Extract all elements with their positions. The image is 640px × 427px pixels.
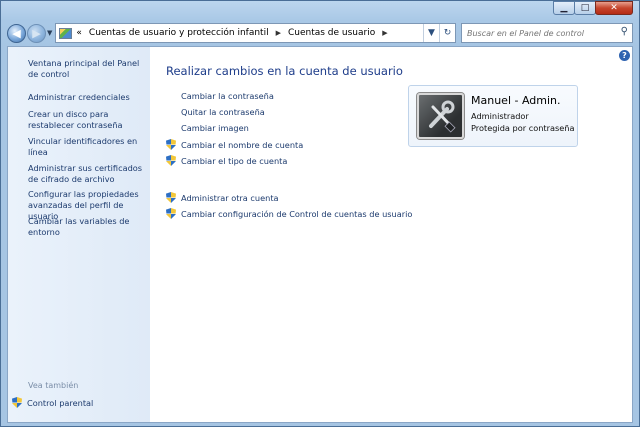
account-password-status: Protegida por contraseña (471, 123, 575, 133)
search-icon[interactable]: ⚲ (621, 26, 628, 37)
uac-shield-icon (12, 397, 22, 408)
sidebar-item-parental-control[interactable]: Control parental (12, 397, 93, 408)
uac-shield-icon (166, 139, 176, 150)
control-panel-window: ▁ □ ✕ ◀ ▶ ▼ « Cuentas de usuario y prote… (0, 0, 640, 427)
uac-shield-icon (166, 208, 176, 219)
control-panel-icon (59, 27, 73, 39)
task-change-picture[interactable]: Cambiar imagen (181, 123, 249, 133)
back-button[interactable]: ◀ (7, 23, 26, 43)
content-area: Ventana principal del Panel de control A… (7, 46, 633, 423)
breadcrumb-separator-icon[interactable]: ▶ (276, 29, 281, 37)
account-name: Manuel - Admin. (471, 94, 561, 107)
navigation-bar: ◀ ▶ ▼ « Cuentas de usuario y protección … (7, 21, 633, 45)
task-change-password[interactable]: Cambiar la contraseña (181, 91, 274, 101)
task-link[interactable]: Cambiar configuración de Control de cuen… (181, 209, 412, 219)
task-link[interactable]: Cambiar el tipo de cuenta (181, 156, 287, 166)
forward-button[interactable]: ▶ (27, 23, 46, 43)
breadcrumb-separator-icon[interactable]: ▶ (382, 29, 387, 37)
search-box[interactable]: ⚲ (461, 23, 633, 43)
uac-shield-icon (166, 192, 176, 203)
help-icon[interactable]: ? (619, 50, 630, 61)
user-avatar[interactable] (417, 93, 464, 139)
address-dropdown-button[interactable]: ▼ (423, 24, 439, 42)
task-remove-password[interactable]: Quitar la contraseña (181, 107, 265, 117)
minimize-button[interactable]: ▁ (553, 1, 575, 15)
breadcrumb-user-accounts[interactable]: Cuentas de usuario (288, 28, 375, 38)
sidebar-item-encryption-certificates[interactable]: Administrar sus certificados de cifrado … (28, 163, 150, 185)
sidebar-item-control-panel-home[interactable]: Ventana principal del Panel de control (28, 58, 150, 80)
task-manage-other-account[interactable]: Administrar otra cuenta (166, 192, 279, 203)
task-link[interactable]: Cambiar imagen (181, 123, 249, 133)
sidebar-item-manage-credentials[interactable]: Administrar credenciales (28, 92, 150, 103)
search-input[interactable] (462, 24, 612, 42)
account-card: Manuel - Admin. Administrador Protegida … (408, 85, 578, 147)
address-bar[interactable]: « Cuentas de usuario y protección infant… (55, 23, 456, 43)
page-title: Realizar cambios en la cuenta de usuario (166, 64, 403, 78)
caption-buttons: ▁ □ ✕ (553, 1, 633, 15)
task-uac-settings[interactable]: Cambiar configuración de Control de cuen… (166, 208, 412, 219)
task-change-account-name[interactable]: Cambiar el nombre de cuenta (166, 139, 303, 150)
recent-pages-dropdown[interactable]: ▼ (47, 29, 52, 37)
parental-control-label[interactable]: Control parental (27, 398, 93, 408)
see-also-label: Vea también (28, 381, 79, 390)
breadcrumb-overflow[interactable]: « (76, 28, 82, 38)
task-link[interactable]: Quitar la contraseña (181, 107, 265, 117)
close-button[interactable]: ✕ (595, 1, 633, 15)
sidebar-item-link-online-ids[interactable]: Vincular identificadores en línea (28, 136, 150, 158)
uac-shield-icon (166, 155, 176, 166)
sidebar-item-reset-disk[interactable]: Crear un disco para restablecer contrase… (28, 109, 150, 131)
task-change-account-type[interactable]: Cambiar el tipo de cuenta (166, 155, 287, 166)
task-link[interactable]: Cambiar el nombre de cuenta (181, 140, 303, 150)
maximize-button[interactable]: □ (574, 1, 596, 15)
breadcrumb-user-accounts-family[interactable]: Cuentas de usuario y protección infantil (89, 28, 269, 38)
tools-icon (429, 100, 456, 133)
account-type: Administrador (471, 111, 529, 121)
task-link[interactable]: Cambiar la contraseña (181, 91, 274, 101)
sidebar: Ventana principal del Panel de control A… (8, 47, 150, 422)
address-controls: ▼ ↻ (423, 24, 455, 42)
task-link[interactable]: Administrar otra cuenta (181, 193, 279, 203)
sidebar-item-environment-variables[interactable]: Cambiar las variables de entorno (28, 216, 150, 238)
refresh-button[interactable]: ↻ (439, 24, 455, 42)
